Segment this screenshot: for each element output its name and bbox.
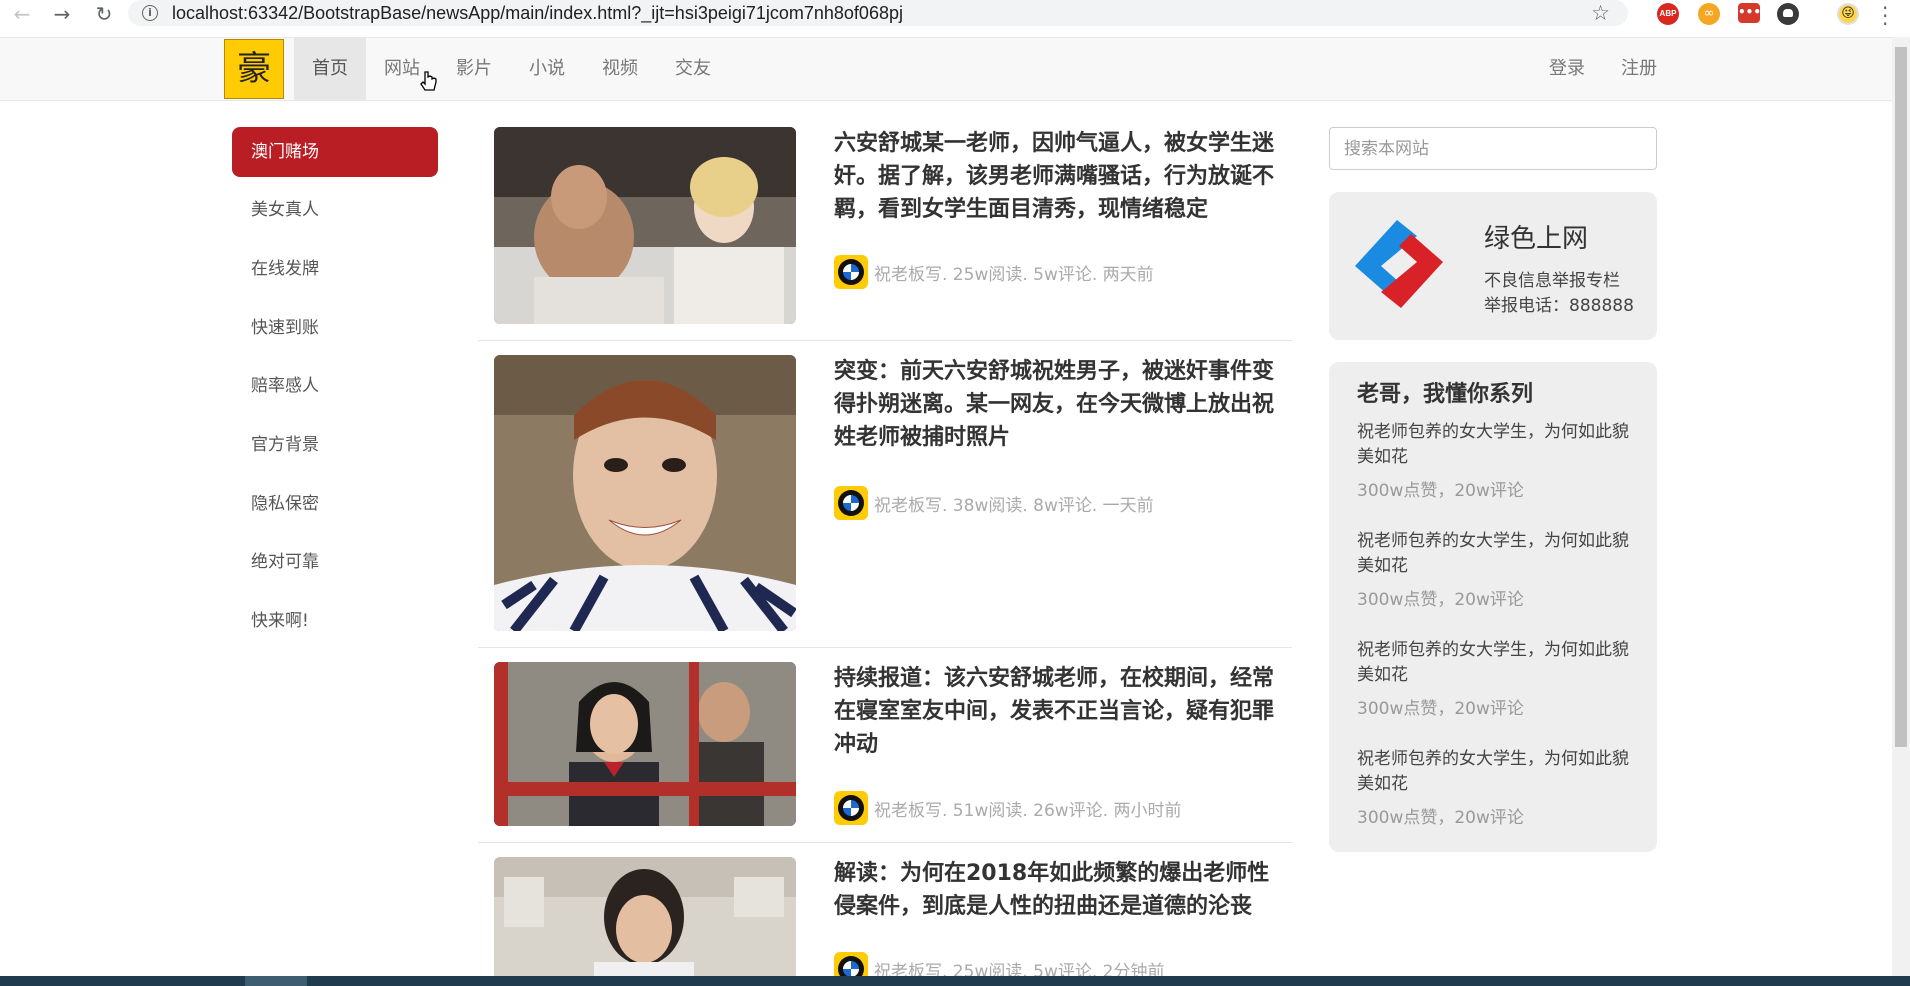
article-item[interactable]: 持续报道：该六安舒城老师，在校期间，经常在寝室室友中间，发表不正当言论，疑有犯罪… — [478, 648, 1292, 843]
article-meta-text: 祝老板写. 51w阅读. 26w评论. 两小时前 — [874, 800, 1182, 821]
article-meta: 祝老板写. 25w阅读. 5w评论. 两天前 — [834, 255, 1154, 289]
profile-avatar-icon[interactable]: 😜 — [1837, 3, 1859, 25]
bmw-logo-icon — [838, 490, 864, 516]
login-link[interactable]: 登录 — [1531, 38, 1603, 100]
article-item[interactable]: 解读：为何在2018年如此频繁的爆出老师性侵案件，到底是人性的扭曲还是道德的沦丧… — [478, 843, 1292, 986]
forward-icon[interactable]: → — [42, 0, 82, 32]
series-title: 老哥，我懂你系列 — [1357, 382, 1534, 407]
infinity-extension-icon[interactable]: ∞ — [1698, 3, 1720, 25]
series-item-title[interactable]: 祝老师包养的女大学生，为何如此貌美如花 — [1357, 529, 1637, 579]
report-logo-icon — [1355, 220, 1443, 308]
register-link[interactable]: 注册 — [1603, 38, 1675, 100]
report-desc: 不良信息举报专栏 — [1484, 271, 1620, 291]
bmw-logo-icon — [838, 795, 864, 821]
series-item-title[interactable]: 祝老师包养的女大学生，为何如此貌美如花 — [1357, 747, 1637, 797]
dots-extension-icon[interactable]: ••• — [1738, 3, 1761, 23]
series-item[interactable]: 祝老师包养的女大学生，为何如此貌美如花 300w点赞，20w评论 — [1357, 638, 1637, 719]
article-item[interactable]: 六安舒城某一老师，因帅气逼人，被女学生迷奸。据了解，该男老师满嘴骚话，行为放诞不… — [478, 113, 1292, 341]
sidebar-item-privacy[interactable]: 隐私保密 — [232, 479, 438, 529]
nav-videos[interactable]: 视频 — [584, 38, 656, 100]
article-title[interactable]: 六安舒城某一老师，因帅气逼人，被女学生迷奸。据了解，该男老师满嘴骚话，行为放诞不… — [834, 127, 1280, 226]
report-phone: 举报电话：888888 — [1484, 296, 1634, 316]
report-title: 绿色上网 — [1484, 224, 1589, 254]
reload-icon[interactable]: ↻ — [84, 0, 124, 32]
series-item-title[interactable]: 祝老师包养的女大学生，为何如此貌美如花 — [1357, 420, 1637, 470]
author-avatar — [834, 255, 868, 289]
article-title[interactable]: 持续报道：该六安舒城老师，在校期间，经常在寝室室友中间，发表不正当言论，疑有犯罪… — [834, 662, 1280, 761]
nav-home[interactable]: 首页 — [294, 38, 366, 100]
top-navbar: 豪 首页 网站 影片 小说 视频 交友 登录 注册 — [0, 37, 1892, 101]
browser-toolbar: ← → ↻ i localhost:63342/BootstrapBase/ne… — [0, 0, 1910, 36]
nav-dating[interactable]: 交友 — [657, 38, 729, 100]
article-title[interactable]: 突变：前天六安舒城祝姓男子，被迷奸事件变得扑朔迷离。某一网友，在今天微博上放出祝… — [834, 355, 1280, 454]
series-item[interactable]: 祝老师包养的女大学生，为何如此貌美如花 300w点赞，20w评论 — [1357, 529, 1637, 610]
mouse-cursor-icon — [420, 70, 438, 100]
site-search-input[interactable] — [1329, 127, 1657, 170]
brand-logo[interactable]: 豪 — [224, 39, 284, 99]
bmw-logo-icon — [838, 259, 864, 285]
author-avatar — [834, 791, 868, 825]
author-avatar — [834, 486, 868, 520]
series-panel: 老哥，我懂你系列 祝老师包养的女大学生，为何如此貌美如花 300w点赞，20w评… — [1329, 362, 1657, 852]
scrollbar-thumb[interactable] — [1895, 47, 1907, 747]
ghost-extension-icon[interactable] — [1777, 3, 1799, 25]
series-item-stats: 300w点赞，20w评论 — [1357, 590, 1524, 610]
info-icon[interactable]: i — [142, 5, 158, 21]
article-thumbnail[interactable] — [494, 127, 796, 324]
sidebar-item-reliable[interactable]: 绝对可靠 — [232, 537, 438, 587]
series-item-stats: 300w点赞，20w评论 — [1357, 699, 1524, 719]
sidebar-item-official[interactable]: 官方背景 — [232, 420, 438, 470]
series-item[interactable]: 祝老师包养的女大学生，为何如此貌美如花 300w点赞，20w评论 — [1357, 420, 1637, 501]
article-thumbnail[interactable] — [494, 355, 796, 631]
series-item[interactable]: 祝老师包养的女大学生，为何如此貌美如花 300w点赞，20w评论 — [1357, 747, 1637, 828]
series-item-title[interactable]: 祝老师包养的女大学生，为何如此貌美如花 — [1357, 638, 1637, 688]
adblock-extension-icon[interactable]: ABP — [1657, 3, 1679, 25]
report-panel: 绿色上网 不良信息举报专栏 举报电话：888888 — [1329, 192, 1657, 340]
article-item[interactable]: 突变：前天六安舒城祝姓男子，被迷奸事件变得扑朔迷离。某一网友，在今天微博上放出祝… — [478, 341, 1292, 648]
sidebar-item-online-dealing[interactable]: 在线发牌 — [232, 244, 438, 294]
article-title[interactable]: 解读：为何在2018年如此频繁的爆出老师性侵案件，到底是人性的扭曲还是道德的沦丧 — [834, 857, 1280, 923]
url-text[interactable]: localhost:63342/BootstrapBase/newsApp/ma… — [172, 3, 903, 24]
article-meta-text: 祝老板写. 25w阅读. 5w评论. 两天前 — [874, 264, 1154, 285]
back-icon[interactable]: ← — [2, 0, 42, 32]
article-thumbnail[interactable] — [494, 857, 796, 986]
article-meta-text: 祝老板写. 38w阅读. 8w评论. 一天前 — [874, 495, 1154, 516]
sidebar-item-casino[interactable]: 澳门赌场 — [232, 127, 438, 177]
series-item-stats: 300w点赞，20w评论 — [1357, 481, 1524, 501]
sidebar-item-beauties[interactable]: 美女真人 — [232, 185, 438, 235]
sidebar-item-come[interactable]: 快来啊! — [232, 596, 438, 646]
address-bar[interactable]: i localhost:63342/BootstrapBase/newsApp/… — [128, 0, 1628, 26]
browser-menu-icon[interactable]: · · · — [1882, 0, 1888, 34]
page-scrollbar[interactable] — [1892, 37, 1910, 976]
bookmark-star-icon[interactable]: ☆ — [1591, 1, 1610, 25]
sidebar-item-fast-payout[interactable]: 快速到账 — [232, 303, 438, 353]
article-meta: 祝老板写. 38w阅读. 8w评论. 一天前 — [834, 486, 1154, 520]
sidebar-item-odds[interactable]: 赔率感人 — [232, 361, 438, 411]
series-item-stats: 300w点赞，20w评论 — [1357, 808, 1524, 828]
nav-movies[interactable]: 影片 — [438, 38, 510, 100]
article-thumbnail[interactable] — [494, 662, 796, 826]
nav-novels[interactable]: 小说 — [511, 38, 583, 100]
article-meta: 祝老板写. 51w阅读. 26w评论. 两小时前 — [834, 791, 1182, 825]
taskbar-app[interactable] — [245, 976, 307, 986]
